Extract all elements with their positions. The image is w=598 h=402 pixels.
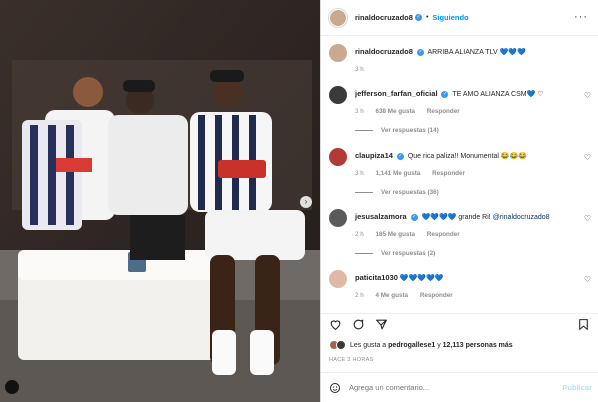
comment-likes[interactable]: 4 Me gusta [376,292,409,299]
comment-avatar[interactable] [329,148,347,166]
reply-button[interactable]: Responder [432,170,465,177]
comment-likes[interactable]: 1,141 Me gusta [376,170,421,177]
post-photo[interactable]: › [0,0,320,402]
verified-badge-icon: ✓ [396,152,404,160]
header-separator: • [425,14,429,21]
comment-username[interactable]: jefferson_farfan_oficial [355,89,438,98]
comment-time[interactable]: 2 h [355,292,364,299]
view-replies-button[interactable]: Ver respuestas (14) [355,127,595,134]
verified-badge-icon: ✓ [416,48,424,56]
likes-summary: Les gusta a pedrogallese1 y 12,113 perso… [329,340,513,350]
like-comment-heart-icon[interactable]: ♡ [584,214,591,223]
likes-first-user[interactable]: pedrogallese1 [388,342,435,349]
comment-mention-link[interactable]: @rinaldocruzado8 [493,214,550,221]
emoji-icon[interactable] [329,382,341,394]
likes-count[interactable]: 12,113 personas más [443,342,513,349]
share-send-icon[interactable] [375,318,388,331]
caption: rinaldocruzado8 ✓ ARRIBA ALIANZA TLV 💙💙💙… [329,44,595,73]
comment-avatar[interactable] [329,270,347,288]
save-bookmark-icon[interactable] [577,318,590,331]
caption-time[interactable]: 3 h [355,66,364,73]
comment-text: Que rica paliza!! Monumental 😂😂😂 [407,153,527,160]
comment-input[interactable] [349,383,549,392]
reply-button[interactable]: Responder [427,231,460,238]
comment-bubble-icon[interactable] [352,318,365,331]
reply-button[interactable]: Responder [420,292,453,299]
verified-badge-icon: ✓ [410,213,418,221]
verified-badge-icon: ✓ [414,14,422,21]
comment-text: TE AMO ALIANZA CSM💙 ♡ [452,91,544,98]
comment-time[interactable]: 2 h [355,231,364,238]
more-options-icon[interactable]: ··· [574,11,588,23]
liker-avatar[interactable] [336,340,346,350]
comment-item: paticita1030 💙💙💙💙💙 ♡ 2 h 4 Me gusta Resp… [329,270,595,299]
publish-button[interactable]: Publicar [562,383,592,392]
comment-item: claupiza14 ✓ Que rica paliza!! Monumenta… [329,148,595,196]
caption-author-avatar[interactable] [329,44,347,62]
comment-likes[interactable]: 638 Me gusta [376,108,416,115]
comment-text: 💙💙💙💙💙 [399,275,444,282]
post-side-panel: rinaldocruzado8 ✓ • Siguiendo ··· rinald… [321,0,598,402]
verified-badge-icon: ✓ [441,90,449,98]
tagged-users-icon[interactable] [5,380,19,394]
caption-username[interactable]: rinaldocruzado8 [355,47,413,56]
following-button[interactable]: Siguiendo [432,13,468,22]
comment-avatar[interactable] [329,86,347,104]
author-avatar[interactable] [329,8,347,27]
next-photo-button[interactable]: › [300,196,312,208]
post-actions: Les gusta a pedrogallese1 y 12,113 perso… [321,313,598,401]
comment-username[interactable]: paticita1030 [355,273,398,282]
comment-time[interactable]: 3 h [355,108,364,115]
like-comment-heart-icon[interactable]: ♡ [584,91,591,100]
view-replies-button[interactable]: Ver respuestas (36) [355,189,595,196]
likes-connector: y [437,341,441,349]
comment-item: jesusalzamora ✓ 💙💙💙💙 grande Ri! @rinaldo… [329,209,595,257]
post-image [0,0,320,402]
add-comment-bar: Publicar [321,372,598,402]
comment-time[interactable]: 3 h [355,170,364,177]
caption-text: ARRIBA ALIANZA TLV 💙💙💙 [427,49,526,56]
view-replies-button[interactable]: Ver respuestas (2) [355,250,595,257]
reply-button[interactable]: Responder [427,108,460,115]
author-username[interactable]: rinaldocruzado8 [355,13,413,22]
comment-likes[interactable]: 185 Me gusta [376,231,416,238]
comment-text: 💙💙💙💙 grande Ri! [421,214,491,221]
comment-username[interactable]: jesusalzamora [355,212,407,221]
like-comment-heart-icon[interactable]: ♡ [584,153,591,162]
like-heart-icon[interactable] [329,318,342,331]
comment-item: jefferson_farfan_oficial ✓ TE AMO ALIANZ… [329,86,595,134]
comment-avatar[interactable] [329,209,347,227]
post-header: rinaldocruzado8 ✓ • Siguiendo ··· [321,0,598,36]
likes-prefix: Les gusta a [350,341,387,349]
comment-username[interactable]: claupiza14 [355,151,393,160]
post-date[interactable]: HACE 3 HORAS [329,357,374,363]
like-comment-heart-icon[interactable]: ♡ [584,275,591,284]
